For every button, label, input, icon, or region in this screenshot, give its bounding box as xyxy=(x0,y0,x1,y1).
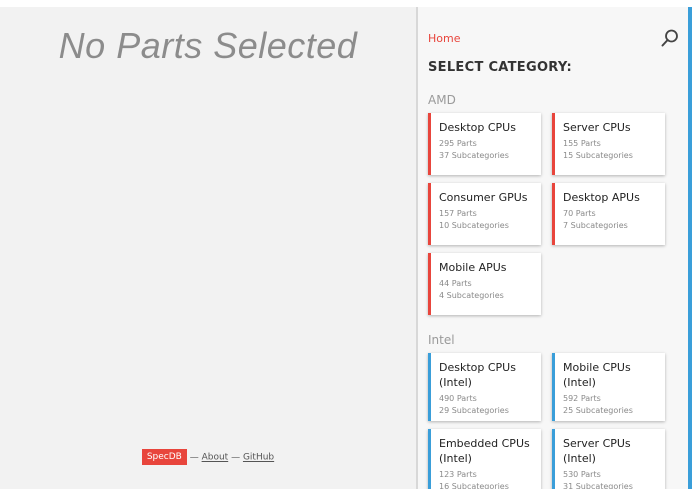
category-card-intel-server-cpus[interactable]: Server CPUs (Intel) 530 Parts 31 Subcate… xyxy=(552,429,665,489)
group-label-intel: Intel xyxy=(428,333,455,347)
card-parts-count: 295 Parts xyxy=(439,139,477,148)
card-title: Server CPUs (Intel) xyxy=(563,437,631,465)
card-parts-count: 592 Parts xyxy=(563,394,601,403)
card-subcategory-count: 10 Subcategories xyxy=(439,221,509,230)
card-subcategory-count: 29 Subcategories xyxy=(439,406,509,415)
card-subcategory-count: 4 Subcategories xyxy=(439,291,504,300)
card-subcategory-count: 31 Subcategories xyxy=(563,482,633,489)
card-parts-count: 123 Parts xyxy=(439,470,477,479)
footer: SpecDB — About — GitHub xyxy=(0,449,416,465)
card-parts-count: 530 Parts xyxy=(563,470,601,479)
category-pane: Home SELECT CATEGORY: AMD Desktop CPUs 2… xyxy=(418,7,688,489)
category-card-amd-desktop-cpus[interactable]: Desktop CPUs 295 Parts 37 Subcategories xyxy=(428,113,541,175)
about-link[interactable]: About xyxy=(202,453,229,463)
card-title: Mobile APUs xyxy=(439,261,507,274)
github-link[interactable]: GitHub xyxy=(243,453,274,463)
footer-separator: — xyxy=(231,452,241,463)
card-parts-count: 70 Parts xyxy=(563,209,596,218)
parts-pane: No Parts Selected xyxy=(0,7,416,489)
card-subcategory-count: 25 Subcategories xyxy=(563,406,633,415)
card-title: Consumer GPUs xyxy=(439,191,528,204)
card-title: Server CPUs xyxy=(563,121,631,134)
card-subcategory-count: 37 Subcategories xyxy=(439,151,509,160)
category-card-amd-server-cpus[interactable]: Server CPUs 155 Parts 15 Subcategories xyxy=(552,113,665,175)
card-subcategory-count: 7 Subcategories xyxy=(563,221,628,230)
card-title: Embedded CPUs (Intel) xyxy=(439,437,530,465)
category-card-amd-desktop-apus[interactable]: Desktop APUs 70 Parts 7 Subcategories xyxy=(552,183,665,245)
card-title: Desktop CPUs xyxy=(439,121,516,134)
footer-separator: — xyxy=(189,452,199,463)
category-card-intel-mobile-cpus[interactable]: Mobile CPUs (Intel) 592 Parts 25 Subcate… xyxy=(552,353,665,421)
category-card-intel-desktop-cpus[interactable]: Desktop CPUs (Intel) 490 Parts 29 Subcat… xyxy=(428,353,541,421)
card-parts-count: 490 Parts xyxy=(439,394,477,403)
category-card-intel-embedded-cpus[interactable]: Embedded CPUs (Intel) 123 Parts 16 Subca… xyxy=(428,429,541,489)
card-title: Desktop CPUs (Intel) xyxy=(439,361,516,389)
card-title: Desktop APUs xyxy=(563,191,640,204)
card-title: Mobile CPUs (Intel) xyxy=(563,361,631,389)
section-title: SELECT CATEGORY: xyxy=(428,60,572,75)
search-icon[interactable] xyxy=(661,29,679,47)
card-parts-count: 155 Parts xyxy=(563,139,601,148)
group-label-amd: AMD xyxy=(428,93,456,107)
specdb-brand-link[interactable]: SpecDB xyxy=(141,449,187,465)
card-subcategory-count: 16 Subcategories xyxy=(439,482,509,489)
category-card-amd-mobile-apus[interactable]: Mobile APUs 44 Parts 4 Subcategories xyxy=(428,253,541,315)
card-parts-count: 157 Parts xyxy=(439,209,477,218)
card-subcategory-count: 15 Subcategories xyxy=(563,151,633,160)
category-pane-scrollbar[interactable] xyxy=(688,7,692,489)
breadcrumb-home[interactable]: Home xyxy=(428,32,460,45)
card-parts-count: 44 Parts xyxy=(439,279,472,288)
no-parts-heading: No Parts Selected xyxy=(58,25,358,66)
category-card-amd-consumer-gpus[interactable]: Consumer GPUs 157 Parts 10 Subcategories xyxy=(428,183,541,245)
